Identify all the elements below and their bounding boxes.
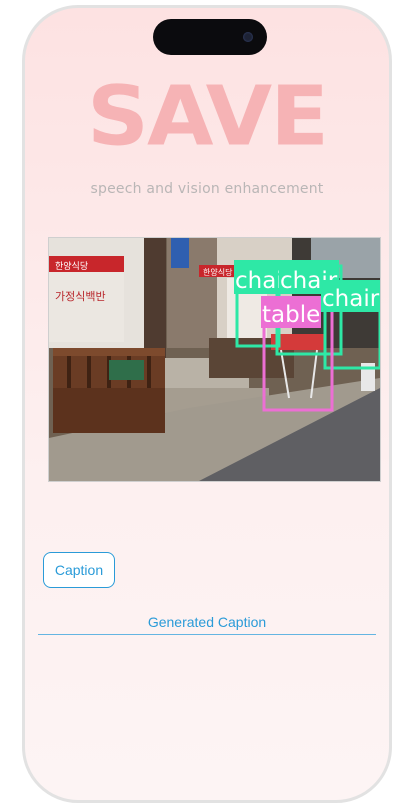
caption-divider (38, 634, 376, 635)
dynamic-island (153, 19, 267, 55)
detection-image: 한양식당 가정식백반 한양식당 chai chair chair table (48, 237, 381, 482)
detection-label: table (262, 302, 320, 328)
detection-label: chair (322, 286, 380, 312)
phone-frame: SAVE speech and vision enhancement 한양식당 … (22, 5, 392, 803)
sign-text: 한양식당 (55, 261, 88, 272)
camera-icon (243, 32, 253, 42)
generated-caption-text: Generated Caption (147, 614, 267, 630)
sign-text: 가정식백반 (55, 290, 106, 303)
street-scene-photo: 한양식당 가정식백반 한양식당 chai chair chair table (49, 238, 380, 481)
sign-text: 한양식당 (203, 267, 233, 277)
caption-button[interactable]: Caption (43, 552, 115, 588)
app-logo: SAVE (87, 69, 329, 165)
app-tagline: speech and vision enhancement (90, 181, 324, 197)
detection-label: chai (235, 268, 283, 294)
